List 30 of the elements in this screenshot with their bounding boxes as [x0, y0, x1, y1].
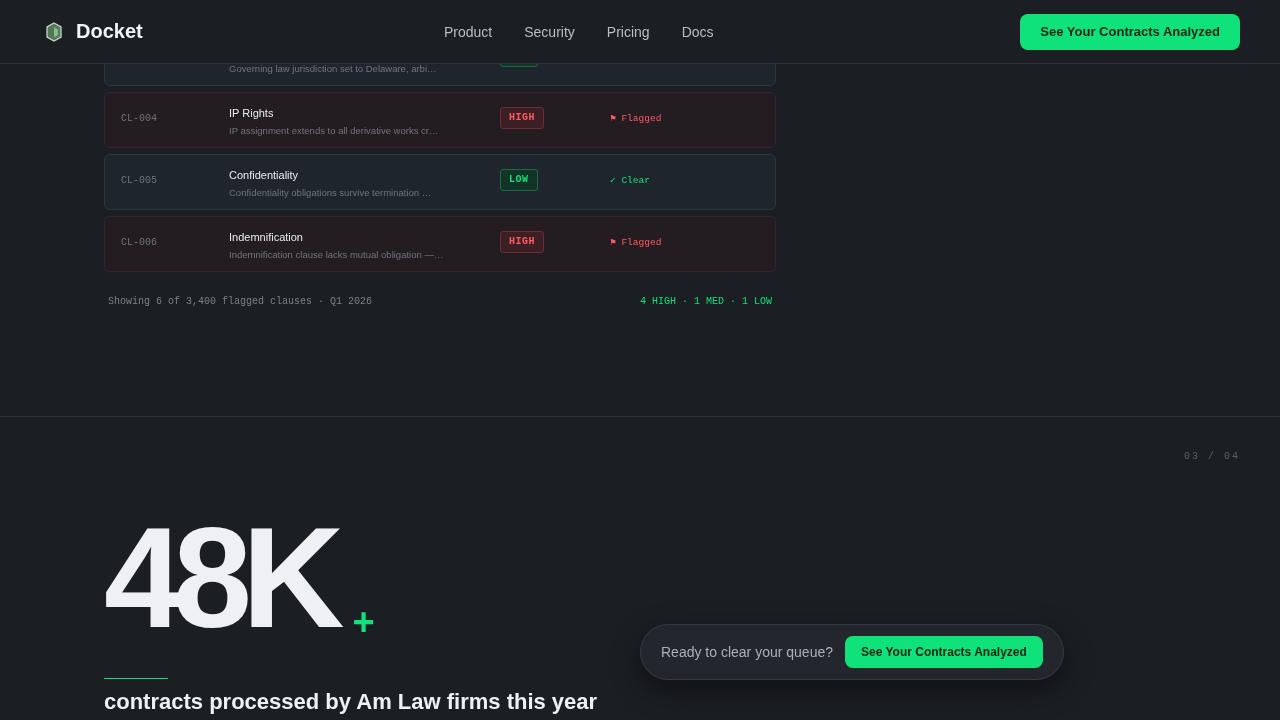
- table-summary: Showing 6 of 3,400 flagged clauses · Q1 2026: [108, 296, 373, 307]
- cta-button[interactable]: See Your Contracts Analyzed: [845, 636, 1043, 668]
- clause-title: IP Rights: [229, 107, 275, 120]
- page-counter: 03 / 04: [1183, 450, 1240, 462]
- clause-id: CL-006: [121, 237, 157, 248]
- clause-title: Indemnification: [229, 231, 304, 244]
- stat-value: 48K: [104, 500, 346, 657]
- stat-caption: contracts processed by Am Law firms this year: [104, 689, 599, 716]
- clause-id: CL-005: [121, 175, 157, 186]
- severity-badge: LOW: [500, 169, 538, 191]
- severity-badge: HIGH: [500, 107, 544, 129]
- cta-button[interactable]: See Your Contracts Analyzed: [1020, 13, 1240, 50]
- clause-title: Confidentiality: [229, 169, 300, 182]
- clause-status: ✓ Clear: [610, 174, 650, 186]
- nav-link[interactable]: Product: [444, 23, 493, 40]
- nav-link[interactable]: Docs: [681, 23, 714, 40]
- stat-suffix: +: [352, 601, 375, 645]
- clause-status: ⚑ Flagged: [610, 236, 662, 248]
- clause-description: Governing law jurisdiction set to Delaware, arbi…: [229, 63, 438, 76]
- clause-description: Indemnification clause lacks mutual obligation —…: [229, 249, 445, 262]
- clause-id: CL-004: [121, 113, 157, 124]
- brand-name: Docket: [76, 20, 143, 43]
- severity-badge: HIGH: [500, 231, 544, 253]
- clause-description: IP assignment extends to all derivative works cr…: [229, 125, 440, 138]
- clause-description: Confidentiality obligations survive termination …: [229, 187, 433, 200]
- severity-counts: 4 HIGH · 1 MED · 1 LOW: [639, 296, 772, 307]
- nav-link[interactable]: Pricing: [606, 23, 650, 40]
- cta-prompt: Ready to clear your queue?: [661, 644, 833, 660]
- nav-link[interactable]: Security: [524, 23, 575, 40]
- clause-status: ⚑ Flagged: [610, 112, 662, 124]
